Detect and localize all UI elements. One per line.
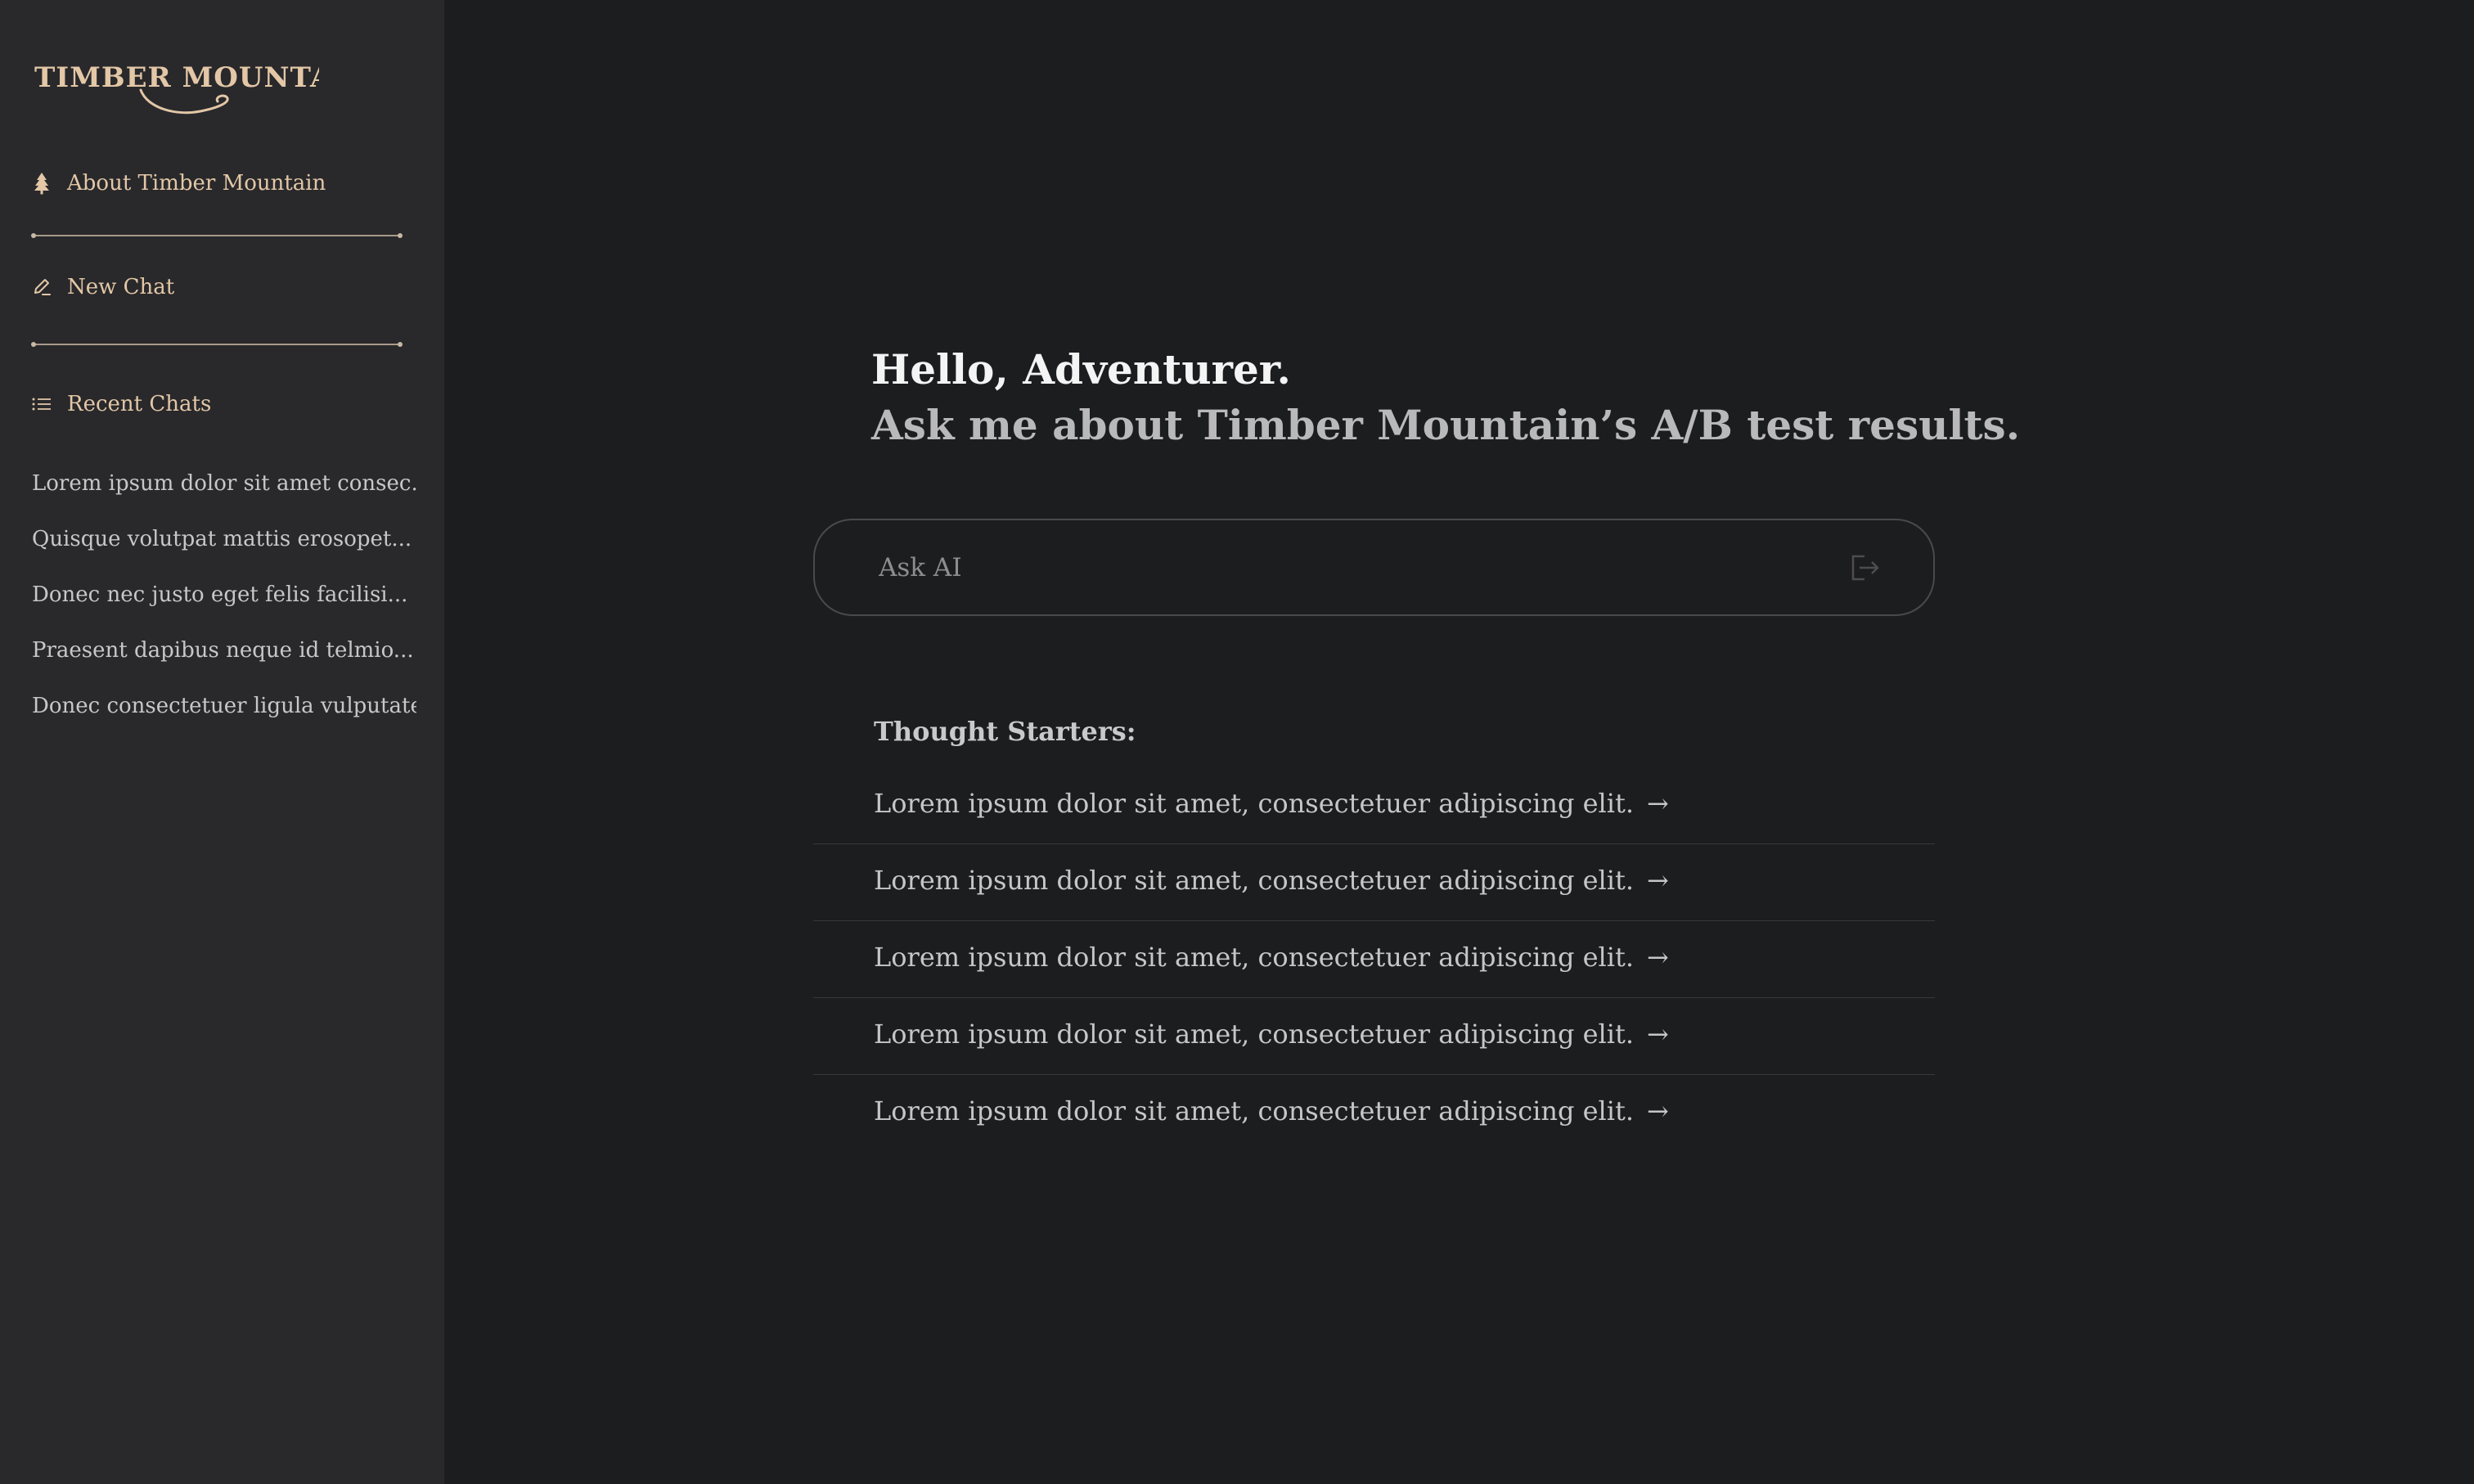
- pencil-icon: [31, 275, 52, 299]
- ask-ai-box: [813, 519, 1935, 616]
- sidebar-divider: [31, 233, 403, 238]
- thought-starters-title: Thought Starters:: [874, 716, 1136, 747]
- arrow-right-icon: →: [1647, 788, 1669, 819]
- recent-chat-item[interactable]: Lorem ipsum dolor sit amet consec...: [32, 462, 416, 518]
- greeting-block: Hello, Adventurer. Ask me about Timber M…: [871, 342, 2020, 453]
- recent-chats-list: Lorem ipsum dolor sit amet consec... Qui…: [32, 462, 416, 740]
- thought-starter-text: Lorem ipsum dolor sit amet, consectetuer…: [874, 865, 1635, 896]
- logo-wordmark: TIMBER MOUNTAIN: [34, 61, 319, 94]
- new-chat-label: New Chat: [67, 275, 175, 299]
- recent-chat-item[interactable]: Quisque volutpat mattis erosopet...: [32, 518, 416, 573]
- brand-logo[interactable]: TIMBER MOUNTAIN: [33, 56, 319, 121]
- list-icon: [31, 392, 52, 416]
- recent-chat-item[interactable]: Donec consectetuer ligula vulputate...: [32, 685, 416, 740]
- recent-chats-label: Recent Chats: [67, 392, 212, 416]
- thought-starter-item[interactable]: Lorem ipsum dolor sit amet, consectetuer…: [813, 921, 1935, 998]
- recent-chat-item[interactable]: Donec nec justo eget felis facilisi...: [32, 573, 416, 629]
- thought-starter-item[interactable]: Lorem ipsum dolor sit amet, consectetuer…: [813, 998, 1935, 1075]
- tree-icon: [31, 171, 52, 196]
- thought-starter-text: Lorem ipsum dolor sit amet, consectetuer…: [874, 788, 1635, 819]
- app-root: TIMBER MOUNTAIN About Timber Mountain: [0, 0, 2474, 1484]
- recent-chats-header: Recent Chats: [31, 383, 211, 425]
- arrow-right-icon: →: [1647, 865, 1669, 896]
- main-panel: Hello, Adventurer. Ask me about Timber M…: [444, 0, 2474, 1484]
- arrow-right-icon: →: [1647, 942, 1669, 973]
- recent-chat-item[interactable]: Praesent dapibus neque id telmio...: [32, 629, 416, 685]
- ask-ai-input[interactable]: [877, 551, 1847, 583]
- send-button[interactable]: [1847, 550, 1882, 586]
- thought-starter-item[interactable]: Lorem ipsum dolor sit amet, consectetuer…: [813, 1075, 1935, 1152]
- new-chat-button[interactable]: New Chat: [31, 266, 174, 308]
- sidebar-divider: [31, 342, 403, 347]
- thought-starter-text: Lorem ipsum dolor sit amet, consectetuer…: [874, 1019, 1635, 1050]
- thought-starter-item[interactable]: Lorem ipsum dolor sit amet, consectetuer…: [813, 844, 1935, 921]
- thought-starter-text: Lorem ipsum dolor sit amet, consectetuer…: [874, 1095, 1635, 1126]
- thought-starter-item[interactable]: Lorem ipsum dolor sit amet, consectetuer…: [813, 767, 1935, 844]
- sidebar-item-label: About Timber Mountain: [67, 171, 326, 196]
- sidebar: TIMBER MOUNTAIN About Timber Mountain: [0, 0, 444, 1484]
- thought-starter-text: Lorem ipsum dolor sit amet, consectetuer…: [874, 942, 1635, 973]
- greeting-subtitle: Ask me about Timber Mountain’s A/B test …: [871, 401, 2021, 449]
- arrow-right-icon: →: [1647, 1095, 1669, 1126]
- greeting-title: Hello, Adventurer.: [871, 345, 1291, 393]
- send-arrow-icon: [1851, 555, 1879, 580]
- sidebar-item-about[interactable]: About Timber Mountain: [31, 162, 326, 205]
- arrow-right-icon: →: [1647, 1019, 1669, 1050]
- thought-starters-list: Lorem ipsum dolor sit amet, consectetuer…: [813, 767, 1935, 1152]
